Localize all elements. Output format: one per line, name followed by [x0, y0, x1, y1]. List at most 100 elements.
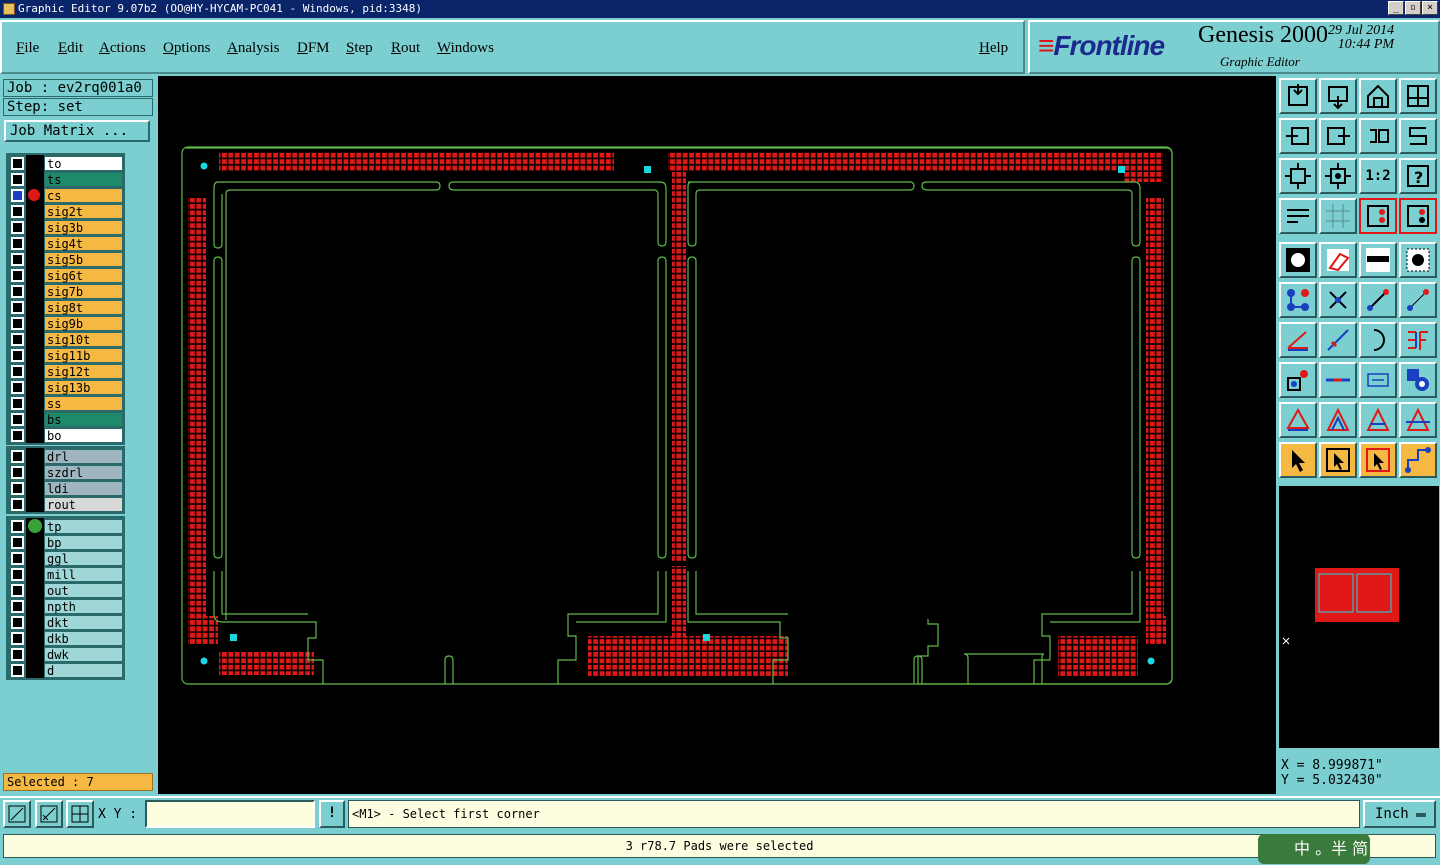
pointer-box-icon[interactable]	[1319, 442, 1357, 478]
layer-checkbox[interactable]	[11, 599, 24, 613]
menu-help[interactable]: Help	[979, 40, 1008, 57]
layer-row-sig12t[interactable]: sig12t	[8, 363, 123, 379]
layer-checkbox[interactable]	[11, 583, 24, 597]
tool-refresh[interactable]	[1399, 118, 1437, 154]
tool-snap-alt[interactable]	[1399, 198, 1437, 234]
snap-line-icon[interactable]	[35, 800, 63, 828]
layer-name[interactable]: sig13b	[44, 379, 123, 395]
tool-select-shape[interactable]	[1319, 242, 1357, 278]
layer-row-d[interactable]: d	[8, 662, 123, 678]
layer-checkbox[interactable]	[11, 663, 24, 677]
menu-edit[interactable]: Edit	[58, 40, 83, 57]
layer-checkbox[interactable]	[11, 284, 24, 298]
layer-checkbox[interactable]	[11, 567, 24, 581]
layer-checkbox[interactable]	[11, 220, 24, 234]
layer-checkbox[interactable]	[11, 412, 24, 426]
layer-row-sig3b[interactable]: sig3b	[8, 219, 123, 235]
layer-name[interactable]: sig2t	[44, 203, 123, 219]
layer-name[interactable]: dwk	[44, 646, 123, 662]
tool-arc[interactable]	[1359, 322, 1397, 358]
layer-row-tp[interactable]: tp	[8, 518, 123, 534]
layer-name[interactable]: bs	[44, 411, 123, 427]
tool-fit-all[interactable]	[1279, 158, 1317, 194]
tool-cross[interactable]	[1319, 282, 1357, 318]
layer-row-bo[interactable]: bo	[8, 427, 123, 443]
layer-checkbox[interactable]	[11, 551, 24, 565]
tool-resize[interactable]	[1359, 362, 1397, 398]
tool-zoom-out[interactable]	[1319, 78, 1357, 114]
layer-checkbox[interactable]	[11, 535, 24, 549]
layer-name[interactable]: sig9b	[44, 315, 123, 331]
layer-name[interactable]: sig3b	[44, 219, 123, 235]
menu-analysis[interactable]: Analysis	[227, 40, 280, 57]
tool-triangle-split[interactable]	[1319, 402, 1357, 438]
minimize-button[interactable]: _	[1388, 1, 1404, 15]
tool-measure[interactable]	[1279, 198, 1317, 234]
menu-file[interactable]: File	[16, 40, 39, 57]
layer-row-bp[interactable]: bp	[8, 534, 123, 550]
layer-checkbox[interactable]	[11, 647, 24, 661]
layer-name[interactable]: sig11b	[44, 347, 123, 363]
layer-row-sig7b[interactable]: sig7b	[8, 283, 123, 299]
overview-map[interactable]	[1279, 486, 1439, 748]
tool-select-area[interactable]	[1399, 242, 1437, 278]
tool-snap[interactable]	[1359, 198, 1397, 234]
layer-checkbox[interactable]	[11, 332, 24, 346]
menu-options[interactable]: Options	[163, 40, 211, 57]
layer-checkbox[interactable]	[11, 188, 24, 202]
layer-row-bs[interactable]: bs	[8, 411, 123, 427]
grid-icon[interactable]	[1319, 198, 1357, 234]
layer-checkbox[interactable]	[11, 519, 24, 533]
help-icon[interactable]: ?	[1399, 158, 1437, 194]
tool-window[interactable]	[1399, 78, 1437, 114]
layer-row-dwk[interactable]: dwk	[8, 646, 123, 662]
layer-row-dkb[interactable]: dkb	[8, 630, 123, 646]
ruler-icon[interactable]	[1359, 242, 1397, 278]
tool-zoom-ratio[interactable]: 1:2	[1359, 158, 1397, 194]
tool-pads[interactable]	[1399, 362, 1437, 398]
menu-dfm[interactable]: DFM	[297, 40, 330, 57]
layer-row-mill[interactable]: mill	[8, 566, 123, 582]
layer-row-sig2t[interactable]: sig2t	[8, 203, 123, 219]
info-button[interactable]: !	[319, 800, 345, 828]
layer-checkbox[interactable]	[11, 615, 24, 629]
pointer-polygon-icon[interactable]	[1359, 442, 1397, 478]
layer-name[interactable]: sig5b	[44, 251, 123, 267]
tool-zoom-home[interactable]	[1279, 78, 1317, 114]
menu-actions[interactable]: Actions	[99, 40, 146, 57]
tool-connect-nodes[interactable]	[1279, 282, 1317, 318]
layer-checkbox[interactable]	[11, 449, 24, 463]
layer-name[interactable]: ldi	[44, 480, 123, 496]
layer-name[interactable]: sig4t	[44, 235, 123, 251]
tool-move-point[interactable]	[1399, 282, 1437, 318]
tool-copy-pad[interactable]	[1279, 362, 1317, 398]
layer-checkbox[interactable]	[11, 428, 24, 442]
layer-name[interactable]: npth	[44, 598, 123, 614]
layer-name[interactable]: szdrl	[44, 464, 123, 480]
layer-name[interactable]: tp	[44, 518, 123, 534]
layer-checkbox[interactable]	[11, 300, 24, 314]
close-button[interactable]: ×	[1422, 1, 1438, 15]
layer-row-ss[interactable]: ss	[8, 395, 123, 411]
layer-row-ts[interactable]: ts	[8, 171, 123, 187]
layer-row-sig4t[interactable]: sig4t	[8, 235, 123, 251]
layer-checkbox[interactable]	[11, 236, 24, 250]
layer-name[interactable]: drl	[44, 448, 123, 464]
layer-row-drl[interactable]: drl	[8, 448, 123, 464]
layer-name[interactable]: dkb	[44, 630, 123, 646]
layer-row-sig9b[interactable]: sig9b	[8, 315, 123, 331]
layer-name[interactable]: sig12t	[44, 363, 123, 379]
layer-name[interactable]: ts	[44, 171, 123, 187]
home-icon[interactable]	[1359, 78, 1397, 114]
layer-checkbox[interactable]	[11, 316, 24, 330]
layer-name[interactable]: to	[44, 155, 123, 171]
pointer-net-icon[interactable]	[1399, 442, 1437, 478]
layer-name[interactable]: sig7b	[44, 283, 123, 299]
layer-row-rout[interactable]: rout	[8, 496, 123, 512]
pcb-drawing[interactable]	[158, 76, 1276, 794]
job-matrix-button[interactable]: Job Matrix ...	[4, 120, 150, 142]
layer-row-sig6t[interactable]: sig6t	[8, 267, 123, 283]
layer-row-sig13b[interactable]: sig13b	[8, 379, 123, 395]
layer-checkbox[interactable]	[11, 268, 24, 282]
tool-line[interactable]	[1319, 322, 1357, 358]
